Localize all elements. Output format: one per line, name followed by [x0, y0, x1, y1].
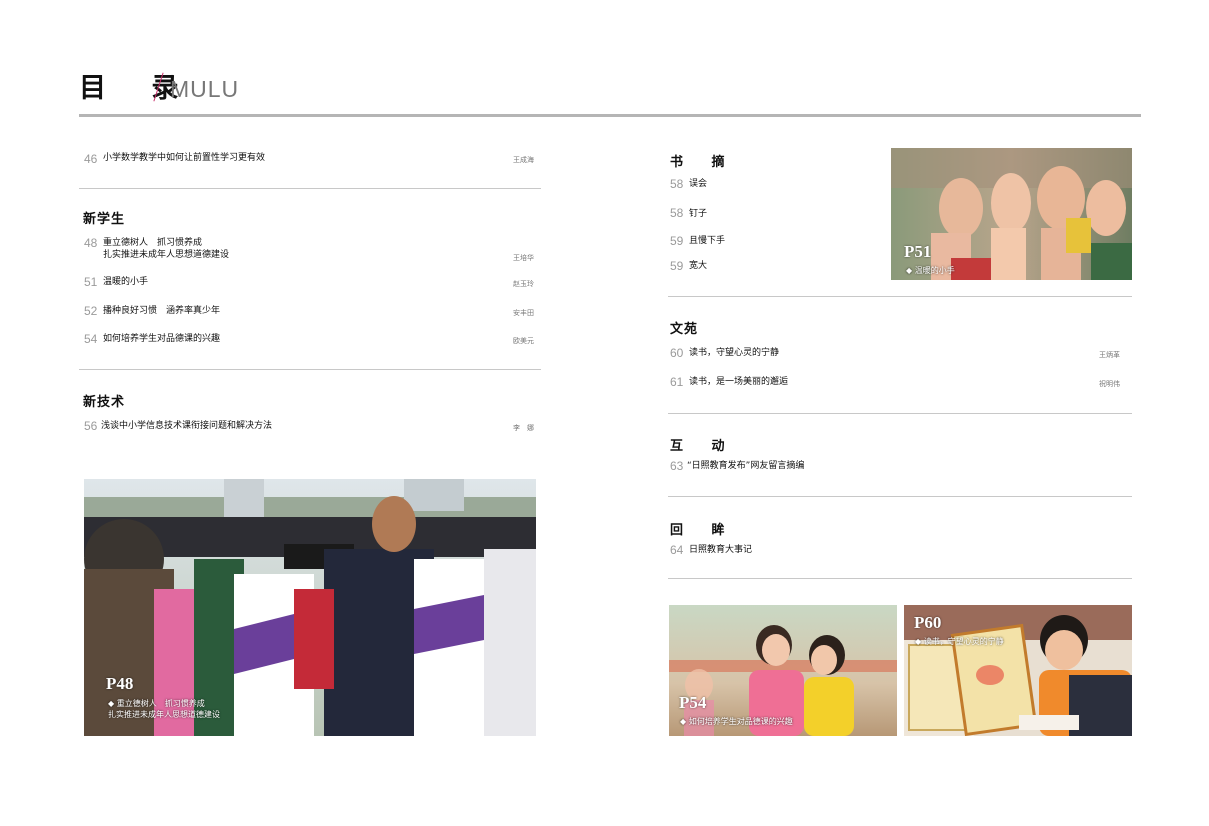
- page-number: 56: [84, 419, 98, 433]
- page-number: 54: [84, 332, 98, 346]
- section-heading: 文苑: [670, 322, 699, 337]
- page-number: 63: [670, 459, 684, 473]
- photo-page-number: P48: [106, 674, 134, 693]
- section-heading: 互 动: [670, 439, 737, 454]
- toc-entry[interactable]: 51 温暖的小手 赵玉玲: [79, 275, 541, 291]
- section-heading: 新学生: [83, 212, 126, 227]
- entry-title: 小学数学教学中如何让前置性学习更有效: [103, 153, 266, 163]
- toc-entry[interactable]: 48 重立德树人 抓习惯养成 扎实推进未成年人思想道德建设 王培华: [79, 236, 541, 264]
- header-rule: [79, 114, 1141, 117]
- toc-entry[interactable]: 58 误会: [668, 177, 883, 193]
- toc-entry[interactable]: 59 宽大: [668, 259, 883, 275]
- entry-author: 王培华: [513, 254, 534, 262]
- toc-entry[interactable]: 54 如何培养学生对品德课的兴趣 欧美元: [79, 332, 541, 348]
- page-number: 59: [670, 259, 684, 273]
- entry-author: 王成海: [513, 156, 534, 164]
- entry-author: 安丰田: [513, 309, 534, 317]
- photo-page-number: P60: [914, 613, 942, 632]
- page-number: 51: [84, 275, 98, 289]
- entry-title: 浅谈中小学信息技术课衔接问题和解决方法: [101, 421, 273, 431]
- toc-entry[interactable]: 60 读书，守望心灵的宁静 王炳革: [668, 346, 1132, 362]
- page-number: 60: [670, 346, 684, 360]
- entry-title: 钉子: [689, 209, 708, 219]
- toc-entry[interactable]: 56 浅谈中小学信息技术课衔接问题和解决方法 李 娜: [79, 419, 541, 435]
- divider: [668, 578, 1132, 579]
- divider: [79, 369, 541, 370]
- entry-author: 祝明伟: [1099, 380, 1120, 388]
- photo-graduation-ceremony[interactable]: P48 ◆ 重立德树人 抓习惯养成 扎实推进未成年人思想道德建设: [84, 479, 536, 736]
- page-number: 61: [670, 375, 684, 389]
- entry-title: 读书，是一场美丽的邂逅: [689, 377, 789, 387]
- page-number: 48: [84, 236, 98, 250]
- divider: [79, 188, 541, 189]
- photo-boy-reading[interactable]: P60 ◆ 读书，守望心灵的宁静: [904, 605, 1132, 736]
- toc-entry[interactable]: 58 钉子: [668, 206, 883, 222]
- page-number: 59: [670, 234, 684, 248]
- entry-title: 播种良好习惯 涵养率真少年: [103, 306, 221, 316]
- page-subtitle: MULU: [170, 76, 240, 102]
- entry-title: 读书，守望心灵的宁静: [689, 348, 780, 358]
- page-number: 58: [670, 177, 684, 191]
- photo-raised-hands[interactable]: P51 ◆ 温暖的小手: [891, 148, 1132, 280]
- toc-entry[interactable]: 46 小学数学教学中如何让前置性学习更有效 王成海: [79, 150, 541, 168]
- entry-author: 王炳革: [1099, 351, 1120, 359]
- entry-title: 宽大: [689, 261, 708, 271]
- photo-caption: ◆ 如何培养学生对品德课的兴趣: [680, 717, 793, 726]
- photo-caption: ◆ 温暖的小手: [906, 266, 955, 275]
- divider: [668, 496, 1132, 497]
- photo-page-number: P54: [679, 693, 707, 712]
- page-number: 46: [84, 152, 98, 166]
- page-number: 52: [84, 304, 98, 318]
- page-number: 64: [670, 543, 684, 557]
- photo-two-girls[interactable]: P54 ◆ 如何培养学生对品德课的兴趣: [669, 605, 897, 736]
- entry-title: 日照教育大事记: [689, 545, 753, 555]
- entry-title: 如何培养学生对品德课的兴趣: [103, 334, 221, 344]
- toc-entry[interactable]: 59 且慢下手: [668, 234, 883, 250]
- entry-author: 赵玉玲: [513, 280, 534, 288]
- toc-entry[interactable]: 52 播种良好习惯 涵养率真少年 安丰田: [79, 304, 541, 320]
- entry-title: 温暖的小手: [103, 277, 149, 287]
- entry-title: 且慢下手: [689, 236, 726, 246]
- photo-caption: ◆ 重立德树人 抓习惯养成: [108, 699, 205, 708]
- toc-entry[interactable]: 64 日照教育大事记: [668, 543, 1132, 559]
- entry-author: 李 娜: [513, 424, 534, 432]
- photo-page-number: P51: [904, 242, 932, 261]
- section-heading: 新技术: [83, 395, 126, 410]
- entry-title: 误会: [689, 179, 708, 189]
- entry-title-line2: 扎实推进未成年人思想道德建设: [103, 250, 230, 260]
- toc-entry[interactable]: 63 “日照教育发布”网友留言摘编: [668, 459, 1132, 475]
- toc-entry[interactable]: 61 读书，是一场美丽的邂逅 祝明伟: [668, 375, 1132, 391]
- divider: [668, 296, 1132, 297]
- photo-caption-line2: 扎实推进未成年人思想道德建设: [108, 710, 220, 719]
- section-heading: 回 眸: [670, 523, 737, 538]
- entry-title: “日照教育发布”网友留言摘编: [687, 461, 805, 471]
- entry-author: 欧美元: [513, 337, 534, 345]
- section-heading: 书 摘: [670, 155, 737, 170]
- divider: [668, 413, 1132, 414]
- page-number: 58: [670, 206, 684, 220]
- photo-caption: ◆ 读书，守望心灵的宁静: [915, 637, 1004, 646]
